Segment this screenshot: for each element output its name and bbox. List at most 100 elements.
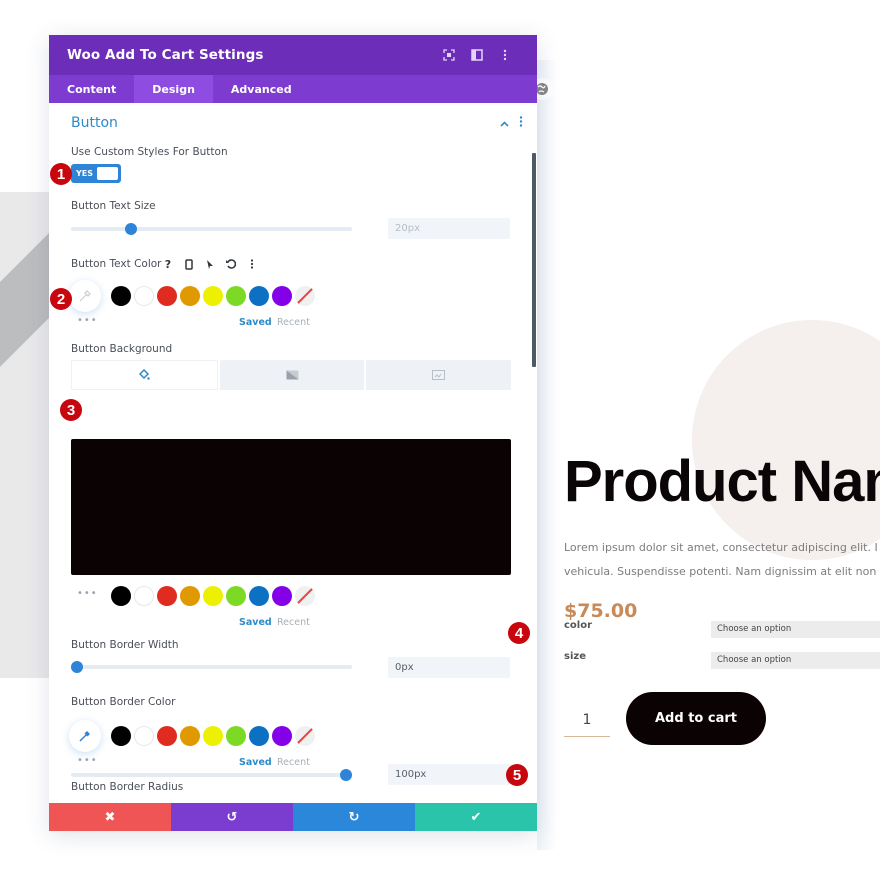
expand-icon[interactable] xyxy=(435,45,463,65)
tab-image[interactable] xyxy=(366,360,512,390)
tab-advanced[interactable]: Advanced xyxy=(213,75,310,103)
chevron-up-icon[interactable] xyxy=(500,117,509,130)
mobile-icon[interactable] xyxy=(180,255,198,273)
reset-icon[interactable] xyxy=(222,255,240,273)
text-size-input[interactable]: 20px xyxy=(388,218,510,239)
text-size-slider[interactable] xyxy=(71,223,352,235)
redo-icon: ↻ xyxy=(348,809,360,825)
custom-styles-label: Use Custom Styles For Button xyxy=(71,146,228,158)
color-swatch[interactable] xyxy=(203,726,223,746)
color-swatch[interactable] xyxy=(134,586,154,606)
tab-color-fill[interactable] xyxy=(71,360,218,390)
check-icon: ✔ xyxy=(470,809,482,825)
color-swatch[interactable] xyxy=(226,286,246,306)
border-radius-label: Button Border Radius xyxy=(71,781,184,793)
modal-content: Button Use Custom Styles For Button YES … xyxy=(49,103,537,803)
scrollbar[interactable] xyxy=(532,153,536,367)
slider-thumb[interactable] xyxy=(71,661,83,673)
color-palette xyxy=(111,286,315,306)
help-icon[interactable]: ? xyxy=(159,255,177,273)
section-header[interactable]: Button xyxy=(71,115,523,131)
color-picker-button[interactable] xyxy=(69,720,101,752)
annotation-badge: 3 xyxy=(60,399,82,421)
color-swatch[interactable] xyxy=(111,286,131,306)
border-radius-slider[interactable] xyxy=(71,769,352,781)
color-swatch[interactable] xyxy=(226,726,246,746)
saved-tab[interactable]: Saved xyxy=(239,757,272,768)
eyedropper-icon xyxy=(79,290,91,302)
no-color-swatch[interactable] xyxy=(295,286,315,306)
color-swatch[interactable] xyxy=(134,726,154,746)
eyedropper-icon xyxy=(79,731,90,742)
more-vertical-icon[interactable] xyxy=(491,45,519,65)
recent-tab[interactable]: Recent xyxy=(277,617,310,628)
color-swatch[interactable] xyxy=(249,286,269,306)
color-swatch[interactable] xyxy=(180,726,200,746)
color-swatch[interactable] xyxy=(226,586,246,606)
border-radius-input[interactable]: 100px xyxy=(388,764,510,785)
color-select[interactable]: Choose an option xyxy=(711,621,880,638)
more-dots-icon[interactable]: ••• xyxy=(77,588,98,599)
slider-thumb[interactable] xyxy=(340,769,352,781)
text-color-label: Button Text Color xyxy=(71,258,162,270)
product-description: Lorem ipsum dolor sit amet, consectetur … xyxy=(564,536,880,584)
quantity-input[interactable]: 1 xyxy=(564,703,610,737)
redo-button[interactable]: ↻ xyxy=(293,803,415,831)
no-color-swatch[interactable] xyxy=(295,726,315,746)
undo-button[interactable]: ↺ xyxy=(171,803,293,831)
cancel-button[interactable]: ✖ xyxy=(49,803,171,831)
background-color-preview[interactable] xyxy=(71,439,511,575)
size-select[interactable]: Choose an option xyxy=(711,652,880,669)
modal-header: Woo Add To Cart Settings xyxy=(49,35,537,75)
hover-cursor-icon[interactable] xyxy=(201,255,219,273)
color-swatch[interactable] xyxy=(111,726,131,746)
color-swatch[interactable] xyxy=(272,726,292,746)
split-view-icon[interactable] xyxy=(463,45,491,65)
save-button[interactable]: ✔ xyxy=(415,803,537,831)
color-swatch[interactable] xyxy=(249,726,269,746)
color-palette xyxy=(111,586,315,606)
color-swatch[interactable] xyxy=(203,586,223,606)
border-width-input[interactable]: 0px xyxy=(388,657,510,678)
color-palette xyxy=(111,726,315,746)
color-swatch[interactable] xyxy=(180,586,200,606)
tab-content[interactable]: Content xyxy=(49,75,134,103)
color-swatch[interactable] xyxy=(111,586,131,606)
recent-tab[interactable]: Recent xyxy=(277,317,310,328)
color-swatch[interactable] xyxy=(272,586,292,606)
attribute-label-color: color xyxy=(564,620,593,631)
color-swatch[interactable] xyxy=(157,286,177,306)
toggle-knob xyxy=(97,167,118,180)
no-color-swatch[interactable] xyxy=(295,586,315,606)
more-dots-icon[interactable]: ••• xyxy=(77,315,98,326)
color-swatch[interactable] xyxy=(157,726,177,746)
attribute-label-size: size xyxy=(564,651,586,662)
color-swatch[interactable] xyxy=(203,286,223,306)
color-swatch[interactable] xyxy=(272,286,292,306)
slider-thumb[interactable] xyxy=(124,223,137,235)
modal-title: Woo Add To Cart Settings xyxy=(67,47,264,63)
color-swatch[interactable] xyxy=(157,586,177,606)
undo-icon: ↺ xyxy=(226,809,238,825)
recent-tab[interactable]: Recent xyxy=(277,757,310,768)
more-dots-icon[interactable]: ••• xyxy=(77,755,98,766)
border-width-slider[interactable] xyxy=(71,661,352,673)
custom-styles-toggle[interactable]: YES xyxy=(71,164,121,183)
product-price: $75.00 xyxy=(564,600,638,622)
color-picker-button[interactable] xyxy=(69,280,101,312)
color-swatch[interactable] xyxy=(180,286,200,306)
more-vertical-icon[interactable] xyxy=(243,255,261,273)
color-swatch[interactable] xyxy=(249,586,269,606)
gradient-icon xyxy=(286,370,298,380)
saved-tab[interactable]: Saved xyxy=(239,617,272,628)
tab-gradient[interactable] xyxy=(219,360,365,390)
text-size-label: Button Text Size xyxy=(71,200,156,212)
description-line: vehicula. Suspendisse potenti. Nam digni… xyxy=(564,565,877,578)
tab-design[interactable]: Design xyxy=(134,75,213,103)
color-swatch[interactable] xyxy=(134,286,154,306)
saved-tab[interactable]: Saved xyxy=(239,317,272,328)
background-type-tabs xyxy=(71,360,512,390)
panel-shadow xyxy=(537,60,557,850)
add-to-cart-button[interactable]: Add to cart xyxy=(626,692,766,745)
more-vertical-icon[interactable] xyxy=(519,116,523,130)
